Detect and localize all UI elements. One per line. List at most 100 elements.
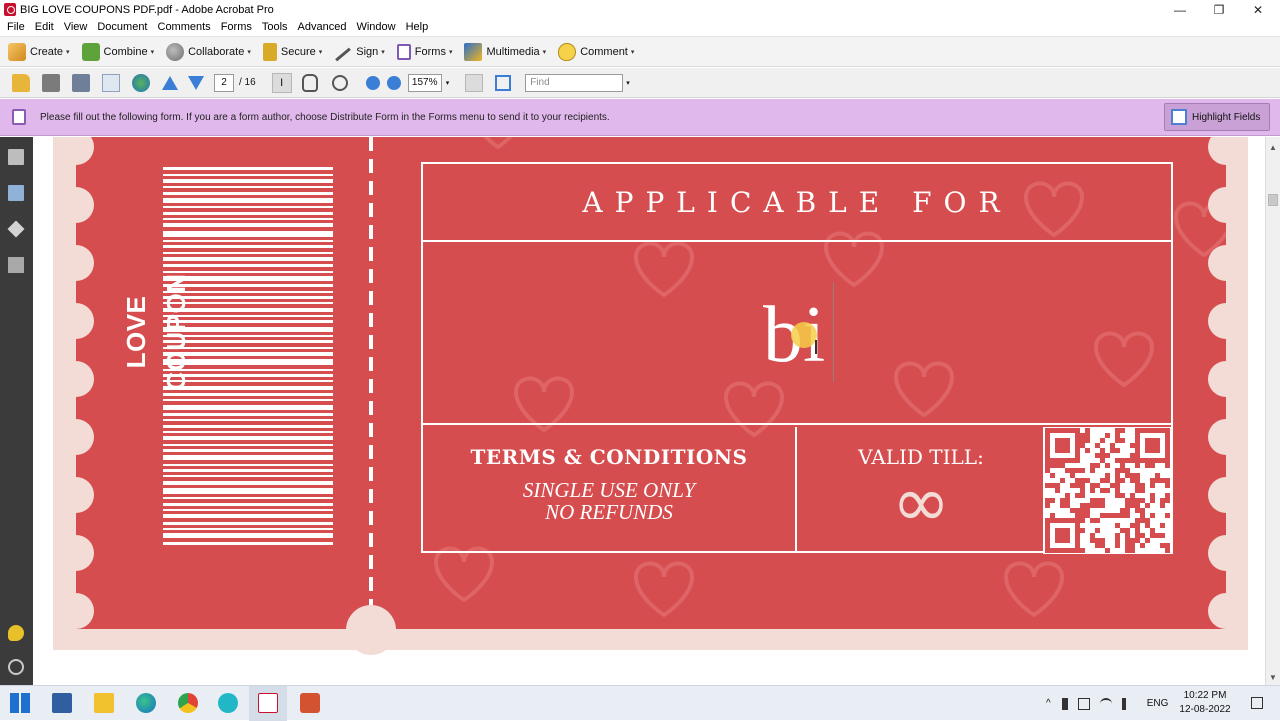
show-hidden-icons[interactable]: ^: [1046, 698, 1051, 709]
battery-icon[interactable]: [1077, 697, 1090, 710]
menu-advanced[interactable]: Advanced: [293, 19, 352, 35]
sign-button[interactable]: Sign ▾: [334, 46, 385, 62]
secure-button[interactable]: Secure ▾: [262, 42, 322, 61]
comment-button[interactable]: Comment ▾: [558, 42, 634, 61]
qr-module: [1045, 548, 1050, 553]
find-dropdown-icon[interactable]: ▾: [626, 79, 630, 87]
next-page-icon[interactable]: [188, 75, 204, 90]
zoom-in-icon[interactable]: [386, 75, 401, 90]
perforation: [1208, 593, 1244, 629]
marquee-zoom-icon[interactable]: [331, 74, 348, 91]
select-tool-icon[interactable]: I: [271, 72, 292, 93]
attachments-panel-icon[interactable]: [8, 185, 24, 201]
qr-module: [1080, 493, 1085, 498]
menu-edit[interactable]: Edit: [30, 19, 59, 35]
fit-width-icon[interactable]: [495, 74, 512, 91]
menu-view[interactable]: View: [59, 19, 93, 35]
qr-module: [1125, 533, 1130, 538]
open-folder-icon[interactable]: [12, 73, 30, 92]
highlight-fields-button[interactable]: Highlight Fields: [1164, 103, 1270, 131]
barcode-bar: [163, 497, 333, 499]
menu-window[interactable]: Window: [351, 19, 400, 35]
collaborate-button[interactable]: Collaborate ▾: [166, 42, 251, 61]
qr-module: [1045, 468, 1050, 473]
qr-module: [1135, 528, 1140, 533]
qr-module: [1135, 538, 1140, 543]
page-count: / 16: [239, 77, 256, 88]
maximize-button[interactable]: ❐: [1199, 0, 1239, 19]
email-icon[interactable]: [102, 73, 120, 92]
powerpoint-icon[interactable]: [300, 693, 320, 713]
fit-page-icon[interactable]: [465, 73, 484, 92]
highlight-fields-label: Highlight Fields: [1192, 111, 1261, 123]
perforation: [1208, 535, 1244, 571]
pages-panel-icon[interactable]: [8, 149, 24, 165]
previous-page-icon[interactable]: [162, 75, 178, 90]
barcode-bar: [163, 522, 333, 525]
applicable-for-field[interactable]: bi: [423, 242, 1171, 425]
barcode-bar: [163, 179, 333, 183]
save-icon[interactable]: [72, 73, 90, 92]
barcode-bar: [163, 405, 333, 410]
signatures-panel-icon[interactable]: [8, 257, 24, 273]
menu-document[interactable]: Document: [92, 19, 152, 35]
menu-comments[interactable]: Comments: [153, 19, 216, 35]
microphone-icon[interactable]: [1061, 697, 1068, 710]
menu-help[interactable]: Help: [401, 19, 434, 35]
canva-icon[interactable]: [218, 693, 238, 713]
qr-module: [1100, 478, 1105, 483]
qr-module: [1165, 548, 1170, 553]
qr-module: [1075, 538, 1080, 543]
zoom-out-icon[interactable]: [365, 75, 380, 90]
calculator-icon[interactable]: [52, 693, 72, 713]
forms-button[interactable]: Forms ▾: [396, 43, 452, 60]
globe-icon[interactable]: [132, 73, 150, 92]
qr-module: [1100, 538, 1105, 543]
document-view[interactable]: LOVE COUPON APPLICABLE FOR bi TERMS & CO…: [33, 137, 1265, 685]
menu-tools[interactable]: Tools: [257, 19, 293, 35]
file-explorer-icon[interactable]: [94, 693, 114, 713]
layers-panel-icon[interactable]: [7, 220, 25, 238]
hand-tool-icon[interactable]: [301, 73, 318, 92]
qr-module: [1165, 448, 1170, 453]
barcode-bar: [163, 257, 333, 261]
vertical-scrollbar[interactable]: ▲ ▼: [1265, 137, 1280, 685]
barcode-bar: [163, 218, 333, 220]
edge-icon[interactable]: [136, 693, 156, 713]
combine-button[interactable]: Combine ▾: [81, 42, 154, 61]
qr-module: [1160, 523, 1165, 528]
qr-module: [1085, 503, 1090, 508]
clock[interactable]: 10:22 PM 12-08-2022: [1170, 689, 1240, 717]
qr-module: [1135, 443, 1140, 448]
zoom-level-input[interactable]: 157%: [407, 73, 442, 92]
find-input[interactable]: Find: [525, 73, 624, 92]
chrome-icon[interactable]: [178, 693, 198, 713]
volume-icon[interactable]: [1121, 697, 1134, 710]
close-button[interactable]: ✕: [1238, 0, 1278, 19]
qr-module: [1075, 518, 1080, 523]
menu-file[interactable]: File: [2, 19, 30, 35]
notifications-icon[interactable]: [1251, 697, 1263, 709]
comments-panel-icon[interactable]: [8, 625, 24, 641]
multimedia-button[interactable]: Multimedia ▾: [464, 42, 546, 61]
terms-section: TERMS & CONDITIONS SINGLE USE ONLY NO RE…: [423, 427, 797, 551]
create-button[interactable]: Create ▾: [8, 42, 70, 61]
scroll-down-icon[interactable]: ▼: [1269, 673, 1277, 682]
acrobat-icon[interactable]: [258, 693, 278, 713]
qr-module: [1165, 443, 1170, 448]
qr-module: [1165, 483, 1170, 488]
windows-icon[interactable]: [10, 693, 30, 713]
language-indicator[interactable]: ENG: [1147, 698, 1169, 709]
qr-module: [1120, 438, 1125, 443]
zoom-dropdown-icon[interactable]: ▾: [446, 79, 450, 87]
wifi-icon[interactable]: [1099, 697, 1112, 710]
minimize-button[interactable]: —: [1160, 0, 1200, 19]
scroll-thumb[interactable]: [1268, 194, 1278, 206]
qr-module: [1075, 483, 1080, 488]
paperclip-icon[interactable]: [8, 659, 24, 675]
print-icon[interactable]: [42, 73, 60, 92]
scroll-up-icon[interactable]: ▲: [1269, 143, 1277, 152]
menu-forms[interactable]: Forms: [216, 19, 257, 35]
qr-module: [1165, 543, 1170, 548]
page-number-input[interactable]: 2: [214, 73, 234, 92]
